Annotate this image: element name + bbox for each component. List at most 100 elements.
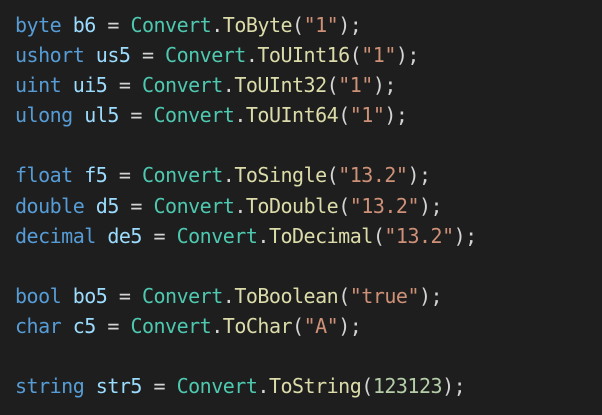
close-paren-semicolon: ); [453,223,478,248]
open-paren: ( [361,374,373,399]
assign-operator: = [107,73,142,98]
assign-operator: = [107,163,142,188]
dot-punctuation: . [234,193,246,218]
type-keyword: byte [15,13,62,37]
type-keyword: ushort [15,43,85,68]
code-line[interactable]: float f5 = Convert.ToSingle("13.2"); [15,160,602,190]
string-argument: "A" [303,313,339,338]
variable-name: f5 [84,163,108,188]
method-name: ToSingle [234,163,327,188]
close-paren-semicolon: ); [418,193,443,218]
string-argument: "1" [338,73,373,98]
variable-name: str5 [95,374,143,399]
type-keyword: uint [15,73,62,98]
code-line[interactable]: ushort us5 = Convert.ToUInt16("1"); [15,40,602,70]
code-line[interactable]: string str5 = Convert.ToString(123123); [15,371,602,401]
class-name: Convert [141,163,223,188]
dot-punctuation: . [234,103,246,128]
code-line[interactable]: byte b6 = Convert.ToByte("1"); [15,10,602,40]
close-paren-semicolon: ); [395,43,420,68]
assign-operator: = [141,223,177,248]
method-name: ToUInt32 [234,73,327,98]
dot-punctuation: . [245,43,258,68]
class-name: Convert [165,43,246,68]
method-name: ToString [268,374,362,399]
open-paren: ( [338,193,350,218]
dot-punctuation: . [222,163,235,188]
method-name: ToUInt16 [257,43,350,68]
variable-name: us5 [95,43,131,68]
open-paren: ( [292,13,304,37]
code-line[interactable]: decimal de5 = Convert.ToDecimal("13.2"); [15,221,602,251]
class-name: Convert [153,103,235,128]
dot-punctuation: . [257,223,269,248]
code-editor[interactable]: byte b6 = Convert.ToByte("1"); ushort us… [0,0,602,415]
dot-punctuation: . [222,283,235,308]
blank-line[interactable] [15,341,602,371]
close-paren-semicolon: ); [338,13,362,37]
type-keyword: string [15,374,85,399]
class-name: Convert [130,313,212,338]
blank-line[interactable] [15,130,602,160]
open-paren: ( [326,73,339,98]
open-paren: ( [338,103,350,128]
class-name: Convert [141,73,223,98]
assign-operator: = [107,283,142,308]
method-name: ToByte [222,13,293,37]
close-paren-semicolon: ); [384,103,408,128]
close-paren-semicolon: ); [372,73,397,98]
type-keyword: ulong [15,103,73,128]
code-line[interactable]: bool bo5 = Convert.ToBoolean("true"); [15,281,602,311]
variable-name: de5 [107,223,142,248]
type-keyword: float [15,163,73,188]
open-paren: ( [349,43,362,68]
assign-operator: = [118,193,154,218]
dot-punctuation: . [257,374,269,399]
variable-name: d5 [95,193,120,218]
string-argument: "true" [349,283,420,308]
string-argument: "13.2" [338,163,408,188]
class-name: Convert [130,13,212,37]
assign-operator: = [95,313,131,338]
close-paren-semicolon: ); [407,163,431,188]
open-paren: ( [292,313,304,338]
dot-punctuation: . [211,13,223,37]
assign-operator: = [95,13,131,37]
variable-name: b6 [72,13,97,37]
method-name: ToUInt64 [245,103,339,128]
dot-punctuation: . [222,73,235,98]
dot-punctuation: . [211,313,223,338]
string-argument: "13.2" [384,223,454,248]
assign-operator: = [118,103,154,128]
close-paren-semicolon: ); [442,374,466,399]
code-line[interactable]: uint ui5 = Convert.ToUInt32("1"); [15,70,602,100]
variable-name: ui5 [72,73,108,98]
open-paren: ( [326,163,339,188]
type-keyword: bool [15,283,62,308]
class-name: Convert [176,374,258,399]
string-argument: "1" [303,13,339,37]
code-line[interactable]: double d5 = Convert.ToDouble("13.2"); [15,191,602,221]
open-paren: ( [372,223,385,248]
variable-name: ul5 [84,103,119,128]
string-argument: "1" [361,43,396,68]
assign-operator: = [141,374,177,399]
code-line[interactable]: char c5 = Convert.ToChar("A"); [15,311,602,341]
class-name: Convert [141,283,223,308]
variable-name: c5 [72,313,97,338]
assign-operator: = [130,43,166,68]
class-name: Convert [176,223,258,248]
method-name: ToDouble [245,193,339,218]
method-name: ToDecimal [268,223,373,248]
variable-name: bo5 [72,283,108,308]
number-argument: 123123 [372,374,443,399]
type-keyword: decimal [15,223,96,248]
string-argument: "1" [349,103,385,128]
type-keyword: char [15,313,62,338]
code-line[interactable]: ulong ul5 = Convert.ToUInt64("1"); [15,100,602,130]
close-paren-semicolon: ); [418,283,443,308]
type-keyword: double [15,193,85,218]
blank-line[interactable] [15,251,602,281]
close-paren-semicolon: ); [338,313,362,338]
method-name: ToChar [222,313,293,338]
